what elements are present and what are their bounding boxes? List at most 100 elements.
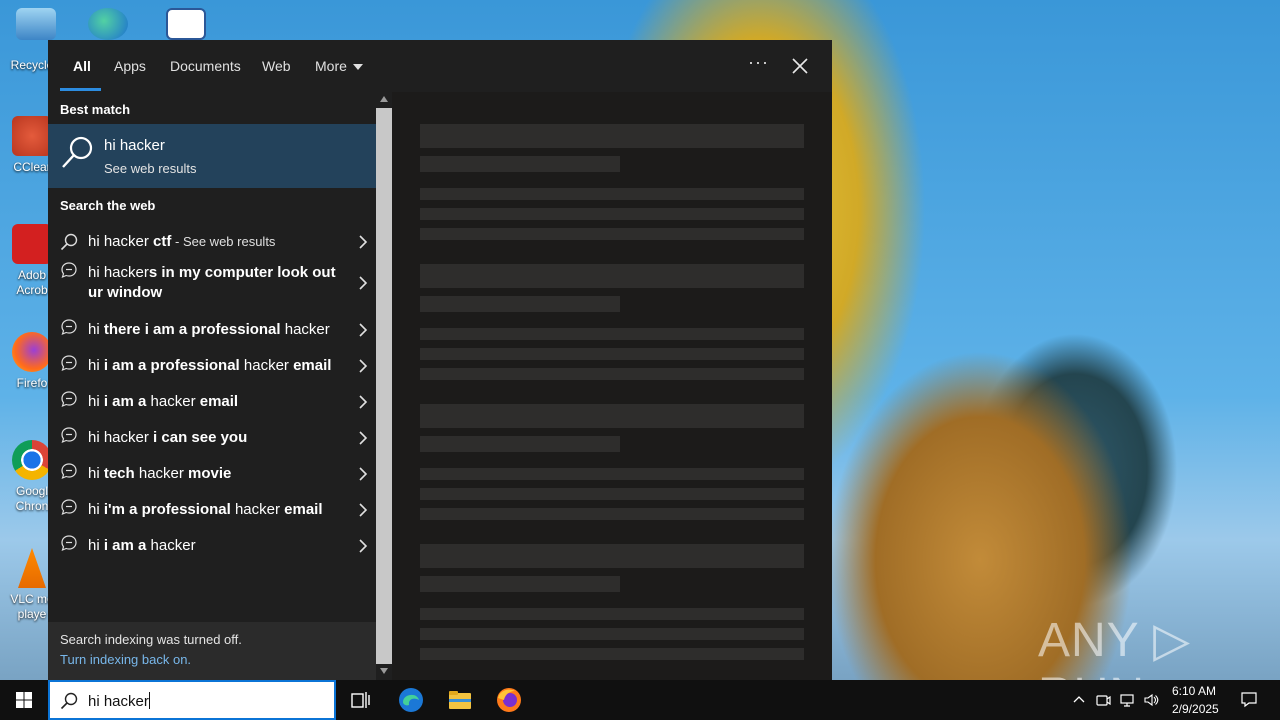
scroll-thumb[interactable] <box>376 108 392 664</box>
web-result-row[interactable]: hi i'm a professional hacker email <box>48 499 376 520</box>
web-result-text: hi i am a hacker <box>88 536 338 556</box>
web-result-text-part: email <box>284 501 323 518</box>
meet-now-icon[interactable] <box>1095 692 1111 708</box>
web-result-row[interactable]: hi there i am a professional hacker <box>48 319 376 340</box>
notification-center-icon[interactable] <box>1240 690 1258 708</box>
chevron-up-icon[interactable] <box>1071 692 1087 708</box>
taskbar: hi hacker 6:10 AM 2/9/2025 <box>0 680 1280 720</box>
tab-web[interactable]: Web <box>262 58 291 74</box>
web-result-text: hi hacker ctf - See web results <box>88 232 338 252</box>
close-icon[interactable] <box>788 54 812 78</box>
firefox-taskbar-icon[interactable] <box>495 686 523 714</box>
chevron-right-icon[interactable] <box>358 431 368 445</box>
scroll-up-arrow-icon[interactable] <box>380 96 388 102</box>
best-match-heading: Best match <box>60 102 131 117</box>
best-match-item[interactable]: hi hacker See web results <box>48 124 376 188</box>
chevron-right-icon[interactable] <box>358 503 368 517</box>
skeleton-block <box>420 404 804 428</box>
chevron-down-icon <box>352 64 363 71</box>
recycle-bin-icon[interactable] <box>16 8 56 40</box>
web-result-row[interactable]: hi i am a hacker <box>48 535 376 556</box>
active-tab-indicator <box>60 88 101 91</box>
chevron-right-icon[interactable] <box>358 235 368 249</box>
chrome-icon <box>12 440 52 480</box>
chevron-right-icon[interactable] <box>358 395 368 409</box>
web-result-row[interactable]: hi hacker ctf - See web results <box>48 232 376 252</box>
skeleton-block <box>420 348 804 360</box>
desktop-icon-label: Firefo <box>16 376 48 390</box>
web-result-text-part: i can see you <box>153 429 248 446</box>
clock-date[interactable]: 2/9/2025 <box>1172 702 1219 716</box>
web-result-text-part: hacker <box>146 537 196 554</box>
tab-apps[interactable]: Apps <box>114 58 146 74</box>
word-desktop-icon[interactable] <box>166 8 206 40</box>
network-icon[interactable] <box>1119 692 1135 708</box>
acrobat-icon <box>12 224 52 264</box>
web-result-row[interactable]: hi hackers in my computer look out ur wi… <box>48 262 376 303</box>
web-result-text-part: ctf <box>153 233 172 250</box>
preview-pane-loading <box>392 92 832 680</box>
more-options-button[interactable]: ··· <box>748 52 769 73</box>
chevron-right-icon[interactable] <box>358 359 368 373</box>
web-result-text-part: movie <box>188 465 232 482</box>
windows-start-icon[interactable] <box>0 680 48 720</box>
clock-time[interactable]: 6:10 AM <box>1172 684 1216 698</box>
task-view-icon[interactable] <box>346 686 374 714</box>
search-input[interactable]: hi hacker <box>88 692 150 710</box>
skeleton-block <box>420 576 620 592</box>
tab-documents[interactable]: Documents <box>170 58 241 74</box>
scroll-down-arrow-icon[interactable] <box>380 668 388 674</box>
turn-indexing-on-link[interactable]: Turn indexing back on. <box>60 652 191 667</box>
chevron-right-icon[interactable] <box>358 539 368 553</box>
tab-all[interactable]: All <box>73 58 91 74</box>
chevron-right-icon[interactable] <box>358 276 368 290</box>
desktop-icon-label: CClear <box>13 160 51 174</box>
web-result-row[interactable]: hi tech hacker movie <box>48 463 376 484</box>
web-result-text-part: hacker <box>134 465 189 482</box>
web-result-text-part: hi hacker <box>88 264 149 281</box>
skeleton-block <box>420 436 620 452</box>
skeleton-block <box>420 648 804 660</box>
suggestion-bubble-icon <box>61 535 77 552</box>
web-result-text: hi hacker i can see you <box>88 428 338 448</box>
firefox-icon <box>12 332 52 372</box>
skeleton-block <box>420 188 804 200</box>
desktop-icon-label: Googl Chron <box>15 484 49 513</box>
web-result-text: hi i am a professional hacker email <box>88 356 338 376</box>
skeleton-block <box>420 264 804 288</box>
web-result-text-part: hi <box>88 501 104 518</box>
text-caret <box>148 692 150 709</box>
web-result-text-part: tech <box>103 465 135 482</box>
suggestion-bubble-icon <box>61 499 77 516</box>
edge-desktop-icon[interactable] <box>88 8 128 40</box>
desktop-icon-label: Adob Acrob <box>16 268 48 297</box>
web-result-text-part: hacker <box>280 321 330 338</box>
edge-taskbar-icon[interactable] <box>397 686 425 714</box>
web-result-text-part: email <box>293 357 332 374</box>
taskbar-search-box[interactable]: hi hacker <box>48 680 336 720</box>
suggestion-bubble-icon <box>61 427 77 444</box>
suggestion-bubble-icon <box>61 319 77 336</box>
web-result-text-part: hi <box>88 465 104 482</box>
web-result-text-part: hacker <box>239 357 294 374</box>
search-query-text: hi hacker <box>88 693 149 710</box>
suggestion-bubble-icon <box>61 391 77 408</box>
web-result-row[interactable]: hi i am a professional hacker email <box>48 355 376 376</box>
tab-more[interactable]: More <box>315 58 363 74</box>
web-result-text-part: hi hacker <box>88 233 154 250</box>
web-result-text: hi there i am a professional hacker <box>88 320 338 340</box>
web-result-row[interactable]: hi i am a hacker email <box>48 391 376 412</box>
web-result-text-part: - See web results <box>171 234 276 249</box>
chevron-right-icon[interactable] <box>358 467 368 481</box>
web-result-row[interactable]: hi hacker i can see you <box>48 427 376 448</box>
file-explorer-icon[interactable] <box>446 686 474 714</box>
skeleton-block <box>420 468 804 480</box>
skeleton-block <box>420 296 620 312</box>
volume-icon[interactable] <box>1143 692 1159 708</box>
results-scrollbar[interactable] <box>376 92 392 680</box>
web-result-text-part: hacker <box>146 393 200 410</box>
skeleton-block <box>420 508 804 520</box>
chevron-right-icon[interactable] <box>358 323 368 337</box>
suggestion-bubble-icon <box>61 463 77 480</box>
search-icon <box>60 692 78 710</box>
